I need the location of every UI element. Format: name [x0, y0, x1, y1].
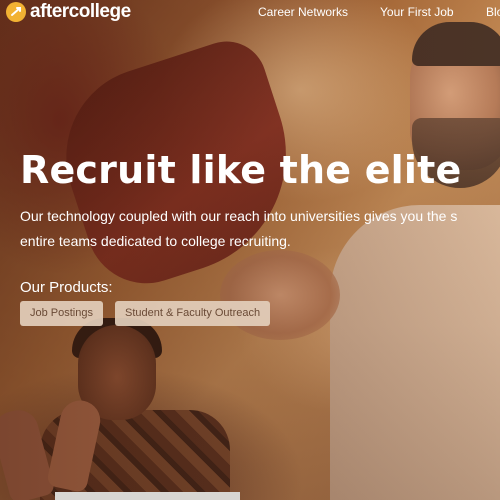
aftercollege-logo-icon — [6, 2, 26, 22]
job-postings-button[interactable]: Job Postings — [20, 301, 103, 326]
brand-logo[interactable]: aftercollege — [6, 1, 131, 23]
nav-link-your-first-job[interactable]: Your First Job — [380, 5, 454, 19]
hero-subtext-line: Our technology coupled with our reach in… — [20, 208, 458, 224]
top-navigation: aftercollege Career Networks Your First … — [0, 0, 500, 26]
student-faculty-outreach-button[interactable]: Student & Faculty Outreach — [115, 301, 271, 326]
nav-link-blog[interactable]: Blo — [486, 5, 500, 19]
nav-link-career-networks[interactable]: Career Networks — [258, 5, 348, 19]
hero-subtext-line: entire teams dedicated to college recrui… — [20, 233, 291, 249]
brand-name: aftercollege — [30, 1, 131, 22]
page-edge-strip — [55, 492, 240, 500]
products-label: Our Products: — [20, 279, 113, 296]
hero-headline: Recruit like the elite — [20, 148, 462, 192]
hero-subtext: Our technology coupled with our reach in… — [20, 204, 500, 254]
